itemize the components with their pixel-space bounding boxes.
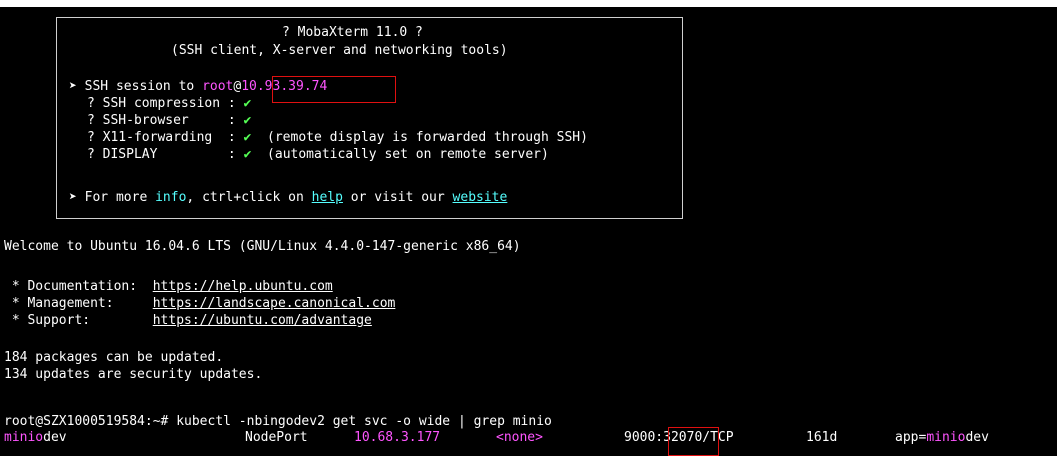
link-label: * Management:	[4, 296, 114, 311]
documentation-url[interactable]: https://help.ubuntu.com	[153, 279, 333, 294]
feature-display: ? DISPLAY : ✔ (automatically set on remo…	[87, 146, 549, 163]
question-icon: ?	[87, 96, 95, 111]
welcome-line: Welcome to Ubuntu 16.04.6 LTS (GNU/Linux…	[4, 239, 521, 254]
question-icon: ?	[87, 130, 95, 145]
selector-prefix: app=	[895, 430, 927, 445]
more-info-mid2: or visit our	[342, 190, 453, 205]
feature-note: (automatically set on remote server)	[267, 147, 549, 162]
question-icon: ?	[87, 147, 95, 162]
feature-ssh-compression: ? SSH compression : ✔	[87, 95, 251, 112]
help-link[interactable]: help	[312, 190, 343, 205]
selector-rest: dev	[965, 430, 989, 445]
info-link[interactable]: info	[155, 190, 186, 205]
management-url[interactable]: https://landscape.canonical.com	[153, 296, 396, 311]
command-line[interactable]: root@SZX1000519584:~# kubectl -nbingodev…	[4, 413, 552, 430]
check-icon: ✔	[243, 113, 252, 128]
svc-age-cell: 161d	[806, 430, 838, 445]
svc-cluster-ip-cell: 10.68.3.177	[354, 430, 441, 445]
host-highlight-box	[272, 76, 396, 103]
check-icon: ✔	[243, 147, 252, 162]
feature-name: SSH-browser	[102, 113, 189, 128]
command-text[interactable]: kubectl -nbingodev2 get svc -o wide | gr…	[176, 414, 552, 429]
link-label: * Support:	[4, 313, 91, 328]
feature-name: SSH compression	[102, 96, 221, 111]
feature-name: X11-forwarding	[102, 130, 213, 145]
terminal-window[interactable]: ? MobaXterm 11.0 ? (SSH client, X-server…	[0, 7, 1057, 456]
svc-selector-cell: app=miniodev	[895, 429, 989, 446]
mobaxterm-banner: ? MobaXterm 11.0 ? (SSH client, X-server…	[56, 17, 683, 219]
check-icon: ✔	[243, 130, 252, 145]
more-info-mid: , ctrl+click on	[186, 190, 312, 205]
banner-subtitle: (SSH client, X-server and networking too…	[171, 43, 508, 58]
shell-prompt: root@SZX1000519584:~#	[4, 414, 177, 429]
more-info-prefix: For more	[84, 190, 156, 205]
feature-name: DISPLAY	[102, 147, 158, 162]
feature-sep: :	[227, 96, 236, 111]
grep-match: minio	[926, 430, 966, 445]
grep-match: minio	[4, 430, 44, 445]
banner-title: ? MobaXterm 11.0 ?	[282, 25, 423, 40]
feature-sep: :	[227, 147, 236, 162]
feature-ssh-browser: ? SSH-browser : ✔	[87, 112, 251, 129]
name-rest: dev	[43, 430, 67, 445]
svc-name-cell: miniodev	[4, 429, 67, 446]
updates-line-1: 184 packages can be updated.	[4, 350, 224, 365]
question-icon: ?	[87, 113, 95, 128]
feature-note: (remote display is forwarded through SSH…	[267, 130, 588, 145]
port-highlight-box	[668, 427, 719, 456]
port-prefix: 9000:	[624, 430, 664, 445]
support-url[interactable]: https://ubuntu.com/advantage	[153, 313, 372, 328]
feature-sep: :	[227, 130, 236, 145]
updates-line-2: 134 updates are security updates.	[4, 367, 263, 382]
website-link[interactable]: website	[453, 190, 508, 205]
feature-x11-forwarding: ? X11-forwarding : ✔ (remote display is …	[87, 129, 588, 146]
bullet-icon: ➤	[69, 190, 77, 205]
bullet-icon: ➤	[69, 79, 77, 94]
check-icon: ✔	[243, 96, 252, 111]
svc-external-ip-cell: <none>	[496, 430, 543, 445]
link-label: * Documentation:	[4, 279, 138, 294]
link-row-documentation: * Documentation: https://help.ubuntu.com	[4, 278, 333, 295]
svc-type-cell: NodePort	[245, 430, 308, 445]
link-row-management: * Management: https://landscape.canonica…	[4, 295, 396, 312]
feature-sep: :	[227, 113, 236, 128]
ssh-session-prefix: SSH session to	[84, 79, 203, 94]
link-row-support: * Support: https://ubuntu.com/advantage	[4, 312, 372, 329]
ssh-user: root	[202, 79, 234, 94]
more-info-line: ➤ For more info, ctrl+click on help or v…	[69, 189, 507, 206]
